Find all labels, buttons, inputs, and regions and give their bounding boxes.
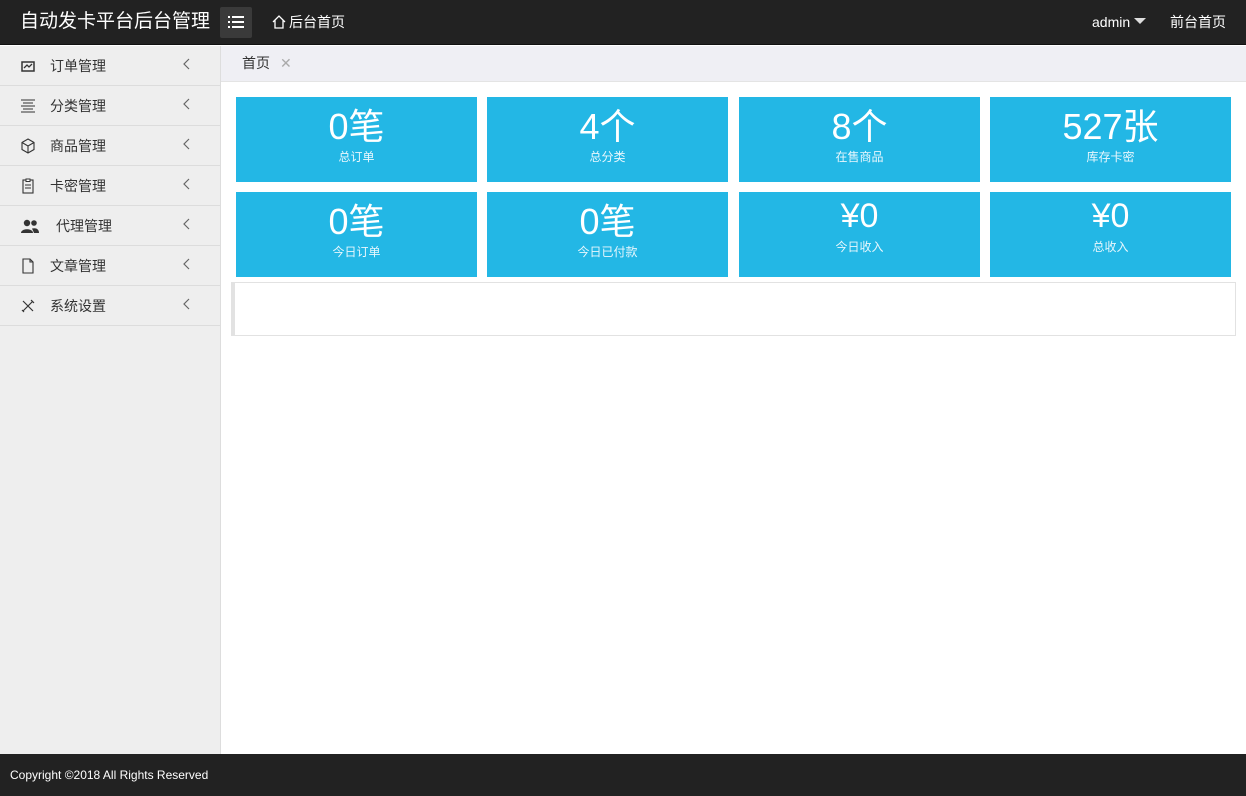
caret-down-icon xyxy=(1134,17,1147,24)
sidebar-item-label: 订单管理 xyxy=(50,58,106,74)
stat-value: 8个 xyxy=(831,106,888,147)
brand-title[interactable]: 自动发卡平台后台管理 xyxy=(20,9,210,35)
chevron-left-icon xyxy=(183,178,190,190)
copyright-text: Copyright ©2018 All Rights Reserved xyxy=(10,768,209,782)
home-icon xyxy=(272,15,286,29)
stat-value: ¥0 xyxy=(840,197,879,235)
stat-caption: 今日订单 xyxy=(332,245,381,259)
stat-caption: 总分类 xyxy=(589,150,626,164)
sidebar: 订单管理 分类管理 商品管理 卡密管理 代理管理 文章管理 系统设置 xyxy=(0,46,221,754)
stat-card-total-categories: 4个 总分类 xyxy=(487,97,728,182)
sidebar-item-categories[interactable]: 分类管理 xyxy=(0,86,220,126)
tab-home[interactable]: 首页 ✕ xyxy=(242,54,292,72)
top-navbar: 自动发卡平台后台管理 后台首页 admin 前台首页 xyxy=(0,0,1246,45)
sidebar-item-products[interactable]: 商品管理 xyxy=(0,126,220,166)
users-icon xyxy=(21,219,39,233)
stat-value: 4个 xyxy=(579,106,636,147)
chevron-left-icon xyxy=(183,98,190,110)
stat-value: 527张 xyxy=(1062,106,1159,147)
file-icon xyxy=(22,258,34,274)
user-dropdown[interactable]: admin xyxy=(1092,12,1147,32)
sidebar-item-label: 分类管理 xyxy=(50,98,106,114)
align-icon xyxy=(21,99,35,113)
menu-toggle-button[interactable] xyxy=(220,7,252,38)
chevron-left-icon xyxy=(183,58,190,70)
sidebar-item-label: 卡密管理 xyxy=(50,178,106,194)
frontend-home-link[interactable]: 前台首页 xyxy=(1170,12,1226,32)
chevron-left-icon xyxy=(183,138,190,150)
chevron-left-icon xyxy=(183,258,190,270)
tools-icon xyxy=(21,299,35,313)
sidebar-item-orders[interactable]: 订单管理 xyxy=(0,46,220,86)
stat-caption: 在售商品 xyxy=(835,150,884,164)
content-panel xyxy=(231,282,1236,336)
clipboard-icon xyxy=(22,178,34,194)
stat-card-today-income: ¥0 今日收入 xyxy=(739,192,980,277)
stat-card-card-stock: 527张 库存卡密 xyxy=(990,97,1231,182)
sidebar-item-settings[interactable]: 系统设置 xyxy=(0,286,220,326)
stat-value: 0笔 xyxy=(328,106,385,147)
stat-caption: 库存卡密 xyxy=(1086,150,1135,164)
stat-caption: 总收入 xyxy=(1092,240,1129,254)
stat-caption: 今日已付款 xyxy=(577,245,638,259)
sidebar-item-label: 代理管理 xyxy=(56,218,112,234)
sidebar-item-cards[interactable]: 卡密管理 xyxy=(0,166,220,206)
stat-card-total-income: ¥0 总收入 xyxy=(990,192,1231,277)
chevron-left-icon xyxy=(183,218,190,230)
username: admin xyxy=(1092,14,1131,30)
sidebar-item-agents[interactable]: 代理管理 xyxy=(0,206,220,246)
sidebar-item-label: 文章管理 xyxy=(50,258,106,274)
tab-label: 首页 xyxy=(242,55,270,71)
stat-card-products-on-sale: 8个 在售商品 xyxy=(739,97,980,182)
admin-home-label: 后台首页 xyxy=(289,14,345,30)
chevron-left-icon xyxy=(183,298,190,310)
sidebar-item-articles[interactable]: 文章管理 xyxy=(0,246,220,286)
tab-bar: 首页 ✕ xyxy=(221,46,1246,82)
stat-caption: 今日收入 xyxy=(835,240,884,254)
stat-caption: 总订单 xyxy=(338,150,375,164)
stat-value: 0笔 xyxy=(579,201,636,242)
stat-card-today-paid: 0笔 今日已付款 xyxy=(487,192,728,277)
stat-card-total-orders: 0笔 总订单 xyxy=(236,97,477,182)
sidebar-item-label: 商品管理 xyxy=(50,138,106,154)
stat-value: ¥0 xyxy=(1091,197,1130,235)
sidebar-item-label: 系统设置 xyxy=(50,298,106,314)
cube-icon xyxy=(21,138,35,154)
admin-home-link[interactable]: 后台首页 xyxy=(272,12,345,32)
stat-card-today-orders: 0笔 今日订单 xyxy=(236,192,477,277)
close-icon[interactable]: ✕ xyxy=(280,54,292,72)
chart-icon xyxy=(21,61,35,72)
footer: Copyright ©2018 All Rights Reserved xyxy=(0,754,1246,796)
hamburger-icon xyxy=(228,16,244,28)
stat-value: 0笔 xyxy=(328,201,385,242)
